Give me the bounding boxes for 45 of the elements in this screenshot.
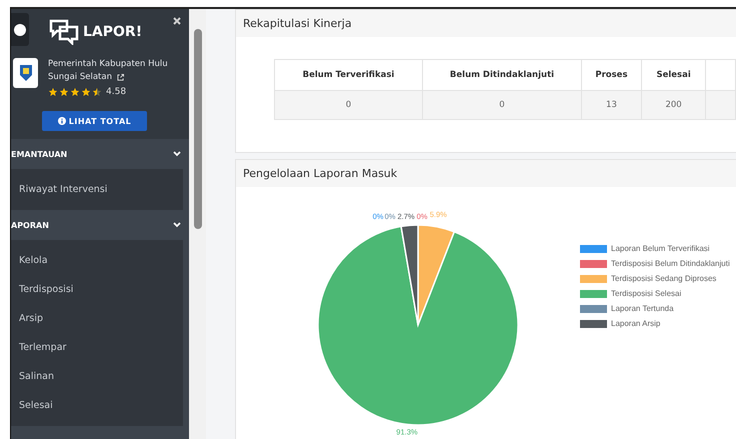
legend-label: Laporan Belum Terverifikasi [611,244,710,253]
brand-name: LAPOR! [83,24,142,40]
legend-swatch [580,274,607,282]
panel-title: Rekapitulasi Kinerja [243,17,352,30]
legend-swatch [580,244,607,252]
legend-swatch [580,320,607,328]
star-icon [70,87,80,97]
panel-title: Pengelolaan Laporan Masuk [243,167,398,180]
column-header: Belum Terverifikasi [274,60,422,90]
info-icon [58,117,66,125]
table-cell: 0 [274,90,422,120]
legend-label: Terdisposisi Belum Ditindaklanjuti [611,259,730,268]
total-button[interactable]: LIHAT TOTAL [42,111,147,131]
star-icon [81,87,91,97]
emblem-icon [13,58,38,88]
legend-label: Terdisposisi Sedang Diproses [611,274,716,283]
menu-item[interactable]: Salinan [11,362,183,391]
legend-swatch [580,260,607,268]
chevron-icon [173,222,181,228]
legend-label: Laporan Tertunda [611,304,674,313]
scrollbar-thumb[interactable] [194,29,202,229]
star-icon [92,87,102,97]
legend-swatch [580,290,607,298]
table-cell: 13 [582,90,642,120]
organization-name[interactable]: Pemerintah Kabupaten Hulu Sungai Selatan [48,58,168,84]
external-link-icon[interactable] [117,74,124,81]
legend-label: Laporan Arsip [611,319,660,328]
section-header[interactable]: APORAN [11,210,189,240]
rating-value: 4.58 [106,87,126,97]
legend-label: Terdisposisi Selesai [611,289,682,298]
close-icon[interactable] [173,17,181,25]
section-header[interactable]: EMANTAUAN [11,139,189,169]
menu-item[interactable]: Selesai [11,391,183,420]
chat-logo-icon [49,19,79,45]
menu-item[interactable]: Terdisposisi [11,275,183,304]
legend-swatch [580,304,607,312]
menu-item[interactable]: Arsip [11,304,183,333]
column-header: Belum Ditindaklanjuti [422,60,582,90]
menu-item[interactable]: Terlempar [11,333,183,362]
chevron-icon [173,151,181,157]
star-icon [48,87,58,97]
star-icon [59,87,69,97]
menu-item[interactable]: Kelola [11,246,183,275]
table-cell: 0 [422,90,582,120]
table-cell: 200 [641,90,706,120]
